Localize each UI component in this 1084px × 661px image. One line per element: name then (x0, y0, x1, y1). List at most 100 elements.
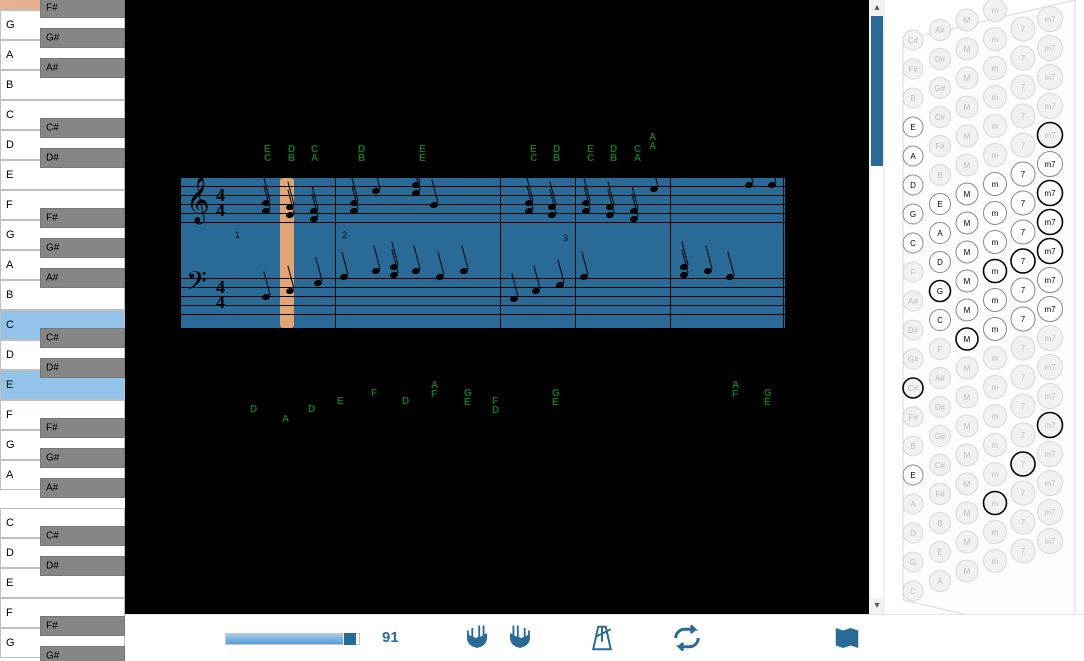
accordion-button[interactable]: F# (930, 484, 951, 505)
accordion-button[interactable]: M (956, 473, 978, 495)
accordion-button[interactable]: M (956, 67, 978, 89)
piano-key-F#[interactable]: F# (40, 616, 125, 636)
accordion-button[interactable]: D# (903, 320, 923, 340)
accordion-button[interactable]: m7 (1038, 65, 1063, 90)
accordion-button[interactable]: D (903, 523, 923, 543)
piano-key-F#[interactable]: F# (40, 418, 125, 438)
accordion-button[interactable]: F (930, 339, 951, 360)
piano-key-A#[interactable]: A# (40, 268, 125, 288)
piano-key-F#[interactable]: F# (40, 0, 125, 18)
piano-key-D#[interactable]: D# (40, 358, 125, 378)
accordion-panel[interactable]: C#A#MmF#D#Mm7m7BG#Mm7m7EC#Mm7m7AF#Mm7m7D… (885, 0, 1084, 661)
accordion-button[interactable]: 7 (1011, 452, 1035, 476)
accordion-button[interactable]: E (930, 194, 951, 215)
accordion-button[interactable]: M (956, 212, 978, 234)
accordion-button[interactable]: M (956, 96, 978, 118)
accordion-button[interactable]: C# (903, 30, 923, 50)
accordion-button[interactable]: 7 (1011, 336, 1035, 360)
accordion-button[interactable]: A (903, 146, 923, 166)
accordion-button[interactable]: C (930, 310, 951, 331)
accordion-button[interactable]: M (956, 154, 978, 176)
accordion-button[interactable]: C# (903, 378, 923, 398)
accordion-button[interactable]: m (984, 550, 1007, 573)
piano-key-G#[interactable]: G# (40, 28, 125, 48)
accordion-button[interactable]: m7 (1038, 36, 1063, 61)
accordion-button[interactable]: m7 (1038, 94, 1063, 119)
accordion-button[interactable]: 7 (1011, 133, 1035, 157)
accordion-button[interactable]: m7 (1038, 442, 1063, 467)
accordion-button[interactable]: m (984, 376, 1007, 399)
accordion-button[interactable]: G (903, 204, 923, 224)
accordion-button[interactable]: m (984, 318, 1007, 341)
accordion-button[interactable]: m7 (1038, 500, 1063, 525)
piano-key-F#[interactable]: F# (40, 208, 125, 228)
piano-key-A#[interactable]: A# (40, 478, 125, 498)
accordion-button[interactable]: m (984, 434, 1007, 457)
accordion-button[interactable]: A (930, 571, 951, 592)
accordion-button[interactable]: M (956, 9, 978, 31)
accordion-button[interactable]: m7 (1038, 268, 1063, 293)
accordion-button[interactable]: m7 (1038, 181, 1063, 206)
accordion-button[interactable]: F# (903, 407, 923, 427)
accordion-button[interactable]: m7 (1038, 7, 1063, 32)
accordion-button[interactable]: G (903, 552, 923, 572)
accordion-button[interactable]: m (984, 463, 1007, 486)
accordion-button[interactable]: m7 (1038, 123, 1063, 148)
accordion-button[interactable]: G# (930, 78, 951, 99)
accordion-button[interactable]: 7 (1011, 75, 1035, 99)
accordion-button[interactable]: m (984, 0, 1007, 22)
accordion-button[interactable]: M (956, 560, 978, 582)
accordion-button[interactable]: E (930, 542, 951, 563)
accordion-button[interactable]: m7 (1038, 210, 1063, 235)
accordion-button[interactable]: 7 (1011, 104, 1035, 128)
map-button[interactable] (830, 621, 864, 655)
accordion-button[interactable]: m (984, 144, 1007, 167)
accordion-button[interactable]: D (930, 252, 951, 273)
metronome-button[interactable] (585, 621, 619, 655)
accordion-button[interactable]: m7 (1038, 355, 1063, 380)
accordion-button[interactable]: M (956, 386, 978, 408)
accordion-button[interactable]: M (956, 444, 978, 466)
left-hand-button[interactable] (460, 621, 494, 655)
accordion-button[interactable]: m (984, 231, 1007, 254)
accordion-button[interactable]: E (903, 117, 923, 137)
accordion-button[interactable]: M (956, 502, 978, 524)
accordion-button[interactable]: m (984, 173, 1007, 196)
accordion-button[interactable]: F (903, 262, 923, 282)
accordion-button[interactable]: m (984, 492, 1007, 515)
accordion-button[interactable]: 7 (1011, 365, 1035, 389)
loop-button[interactable] (670, 621, 704, 655)
accordion-button[interactable]: m7 (1038, 326, 1063, 351)
accordion-button[interactable]: 7 (1011, 220, 1035, 244)
accordion-button[interactable]: G (930, 281, 951, 302)
accordion-button[interactable]: C# (930, 107, 951, 128)
piano-key-G#[interactable]: G# (40, 646, 125, 661)
accordion-button[interactable]: E (903, 465, 923, 485)
accordion-button[interactable]: 7 (1011, 394, 1035, 418)
accordion-button[interactable]: 7 (1011, 307, 1035, 331)
accordion-button[interactable]: 7 (1011, 162, 1035, 186)
slider-knob[interactable] (344, 633, 356, 645)
accordion-button[interactable]: A# (930, 20, 951, 41)
accordion-button[interactable]: F# (903, 59, 923, 79)
accordion-button[interactable]: G# (930, 426, 951, 447)
accordion-button[interactable]: M (956, 531, 978, 553)
accordion-button[interactable]: m (984, 28, 1007, 51)
accordion-button[interactable]: m (984, 289, 1007, 312)
accordion-button[interactable]: 7 (1011, 278, 1035, 302)
accordion-button[interactable]: M (956, 125, 978, 147)
piano-key-C#[interactable]: C# (40, 118, 125, 138)
accordion-button[interactable]: m (984, 202, 1007, 225)
accordion-button[interactable]: m (984, 260, 1007, 283)
accordion-button[interactable]: m7 (1038, 529, 1063, 554)
accordion-button[interactable]: 7 (1011, 481, 1035, 505)
accordion-button[interactable]: m7 (1038, 413, 1063, 438)
accordion-button[interactable]: B (903, 436, 923, 456)
accordion-button[interactable]: F# (930, 136, 951, 157)
accordion-button[interactable]: M (956, 183, 978, 205)
accordion-button[interactable]: m (984, 405, 1007, 428)
right-hand-button[interactable] (503, 621, 537, 655)
accordion-button[interactable]: D (903, 175, 923, 195)
piano-key-C#[interactable]: C# (40, 526, 125, 546)
piano-key-A#[interactable]: A# (40, 58, 125, 78)
